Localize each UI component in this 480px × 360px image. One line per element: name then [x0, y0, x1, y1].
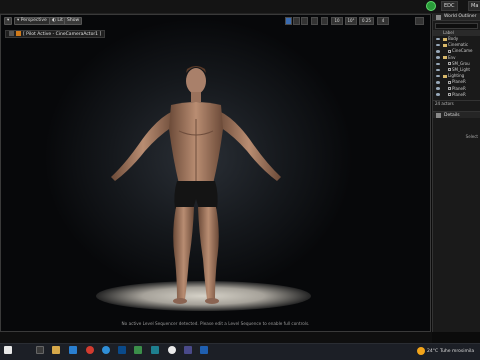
folder-icon: [443, 43, 447, 47]
outliner-row-label: SM_Light: [452, 66, 470, 72]
weather-label: Tuhe mrosimila: [440, 349, 475, 354]
title-bar: EDC Ma: [0, 0, 480, 14]
store-icon[interactable]: [134, 346, 142, 354]
outliner-row-label: CineCame: [452, 48, 473, 54]
outliner-icon: [436, 15, 441, 20]
folder-icon: [443, 74, 447, 78]
light-actor-icon: [448, 87, 451, 90]
light-actor-icon: [448, 93, 451, 97]
visibility-icon[interactable]: [436, 37, 440, 41]
perspective-button[interactable]: ▾ Perspective: [14, 17, 50, 25]
world-local-icon[interactable]: [311, 17, 318, 25]
scale-icon[interactable]: [301, 17, 308, 25]
weather-icon[interactable]: [417, 347, 425, 355]
opera-icon[interactable]: [86, 346, 94, 354]
light-actor-icon: [448, 80, 451, 84]
outliner-row-label: PlaneR: [452, 79, 466, 85]
visibility-icon[interactable]: [436, 56, 440, 59]
scale-snap-value[interactable]: 0.25: [359, 17, 374, 25]
app-icon-violet[interactable]: [184, 346, 192, 354]
pilot-label: [ Pilot Active - CineCameraActor1 ]: [23, 32, 102, 37]
actor-count: 24 actors: [433, 99, 480, 106]
status-strip: [0, 332, 432, 343]
world-outliner-title: World Outliner: [444, 14, 477, 19]
toolbar-button-b[interactable]: Ma: [468, 1, 480, 11]
outliner-row[interactable]: PlaneR: [433, 92, 480, 98]
world-outliner-tab[interactable]: World Outliner: [433, 14, 480, 21]
app-icon-teal[interactable]: [151, 346, 159, 354]
grid-snap-value[interactable]: 10: [331, 17, 343, 25]
unreal-engine-icon[interactable]: [168, 346, 176, 354]
visibility-icon[interactable]: [436, 93, 440, 96]
camera-actor-icon: [448, 49, 451, 53]
word-icon[interactable]: [200, 346, 208, 354]
rotation-snap-value[interactable]: 10°: [345, 17, 357, 25]
folder-icon: [443, 56, 447, 60]
start-icon[interactable]: [4, 346, 12, 354]
static-mesh-icon: [448, 68, 451, 72]
outliner-search-input[interactable]: [435, 23, 478, 29]
rotate-icon[interactable]: [293, 17, 300, 25]
outliner-row-label: Body: [448, 36, 459, 41]
source-control-icon[interactable]: [426, 1, 436, 11]
eject-icon[interactable]: [9, 31, 14, 36]
outliner-row-label: Env: [448, 54, 456, 60]
file-explorer-icon[interactable]: [52, 346, 60, 354]
visibility-icon[interactable]: [436, 62, 440, 66]
folder-icon: [443, 37, 447, 41]
level-viewport[interactable]: ▾ ▾ Perspective ◐ Lit Show 10 10° 0.25 4…: [0, 14, 431, 332]
camera-speed-value[interactable]: 4: [377, 17, 389, 25]
show-button[interactable]: Show: [64, 17, 83, 25]
viewport-toolbar: ▾ ▾ Perspective ◐ Lit Show 10 10° 0.25 4: [1, 15, 430, 27]
translate-icon[interactable]: [285, 17, 292, 25]
character-model[interactable]: [101, 59, 291, 309]
temperature-label: 24°C: [427, 349, 439, 354]
sequencer-notice: No active Level Sequencer detected. Plea…: [121, 321, 310, 326]
visibility-icon[interactable]: [436, 43, 440, 47]
perspective-label: Perspective: [20, 18, 47, 23]
viewport-menu-icon[interactable]: ▾: [4, 17, 12, 25]
edge-icon[interactable]: [102, 346, 110, 354]
outliner-row-label: PlaneR: [452, 85, 466, 91]
details-title: Details: [444, 112, 460, 118]
visibility-icon[interactable]: [436, 81, 440, 84]
toolbar-button-a[interactable]: EDC: [441, 1, 458, 11]
task-view-icon[interactable]: [36, 346, 44, 354]
static-mesh-icon: [448, 62, 451, 66]
maximize-viewport-icon[interactable]: [415, 17, 424, 25]
outliner-row-label: PlaneR: [452, 91, 466, 97]
mail-icon[interactable]: [69, 346, 77, 354]
visibility-icon[interactable]: [436, 50, 440, 53]
world-outliner-panel: World Outliner Label Body Cinematic Cine…: [432, 14, 480, 332]
outliner-row-label: SM_Grou: [452, 60, 470, 66]
outliner-row-label: Lighting: [448, 73, 465, 79]
pilot-banner[interactable]: [ Pilot Active - CineCameraActor1 ]: [5, 30, 106, 38]
visibility-icon[interactable]: [436, 87, 440, 90]
details-select-hint: Select: [465, 134, 478, 139]
visibility-icon[interactable]: [436, 74, 440, 78]
details-icon: [436, 112, 441, 118]
lit-label: Lit: [57, 18, 63, 23]
visibility-icon[interactable]: [436, 68, 440, 72]
outliner-row-label: Cinematic: [448, 42, 469, 48]
photoshop-icon[interactable]: [118, 346, 126, 354]
camera-icon: [16, 31, 21, 36]
surface-snap-icon[interactable]: [321, 17, 328, 25]
details-tab[interactable]: Details: [433, 110, 480, 118]
